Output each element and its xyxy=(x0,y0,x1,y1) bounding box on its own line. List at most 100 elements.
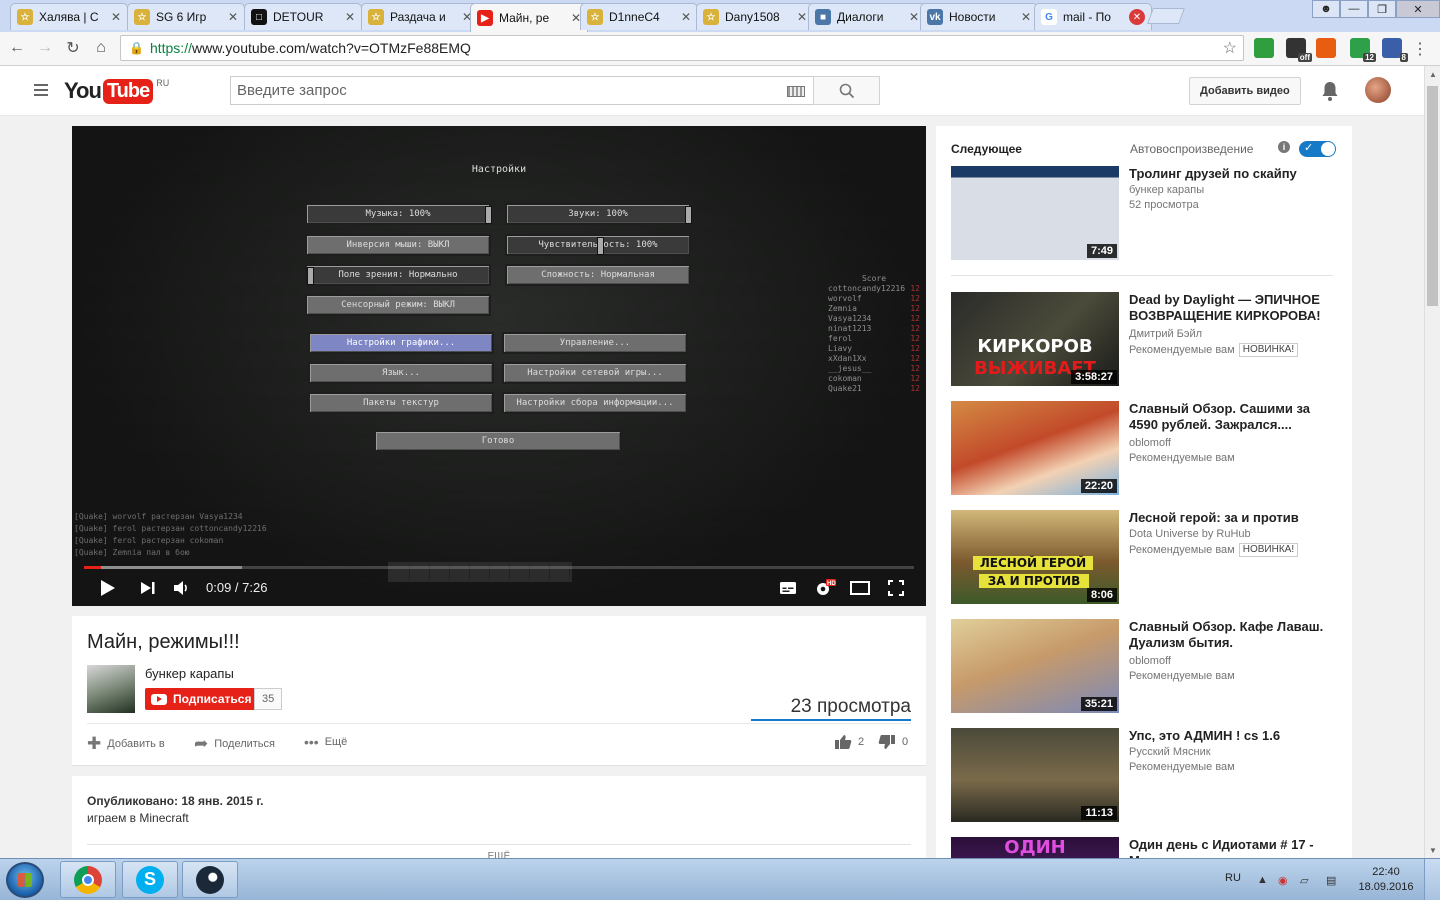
dislike-button[interactable]: 0 xyxy=(878,734,908,750)
browser-tab[interactable]: vk Новости ✕ xyxy=(920,3,1038,30)
autoplay-toggle[interactable]: ✓ xyxy=(1299,141,1336,157)
volume-icon[interactable] xyxy=(170,576,194,600)
tray-expand-icon[interactable]: ▲ xyxy=(1257,874,1271,887)
next-video-icon[interactable] xyxy=(136,576,160,600)
usb-tray-icon[interactable]: ▱ xyxy=(1300,874,1314,887)
related-video-title[interactable]: Лесной герой: за и против xyxy=(1129,510,1339,526)
browser-tab[interactable]: ☆ Dany1508 ✕ xyxy=(696,3,814,30)
upload-button[interactable]: Добавить видео xyxy=(1189,77,1301,105)
back-icon[interactable]: ← xyxy=(6,37,28,59)
video-thumbnail[interactable]: 11:13 xyxy=(951,728,1119,822)
notifications-bell-icon[interactable] xyxy=(1320,80,1340,102)
browser-tab[interactable]: ☆ Халява | С ✕ xyxy=(10,3,128,30)
restore-button[interactable]: ❐ xyxy=(1368,0,1396,18)
video-thumbnail[interactable]: КИРКОРОВ ВЫЖИВАЕТ 3:58:27 xyxy=(951,292,1119,386)
close-tab-icon[interactable]: ✕ xyxy=(228,10,238,24)
browser-tab[interactable]: ☆ D1nneC4 ✕ xyxy=(580,3,698,30)
channel-name[interactable]: бункер карапы xyxy=(145,666,234,681)
related-video-item[interactable]: ОДИН Один день с Идиотами # 17 - Мики сто… xyxy=(951,837,1341,860)
close-tab-icon[interactable]: ✕ xyxy=(681,10,691,24)
close-tab-icon[interactable]: ✕ xyxy=(1129,9,1145,25)
scroll-down-icon[interactable]: ▼ xyxy=(1425,842,1440,858)
add-to-button[interactable]: ✚ Добавить в xyxy=(87,734,165,754)
fullscreen-icon[interactable] xyxy=(884,576,908,600)
theater-mode-icon[interactable] xyxy=(848,576,872,600)
antivirus-tray-icon[interactable]: ◉ xyxy=(1278,874,1292,887)
video-player[interactable]: Настройки Музыка: 100% Звуки: 100% Инверси… xyxy=(72,126,926,606)
close-tab-icon[interactable]: ✕ xyxy=(1021,10,1031,24)
related-video-item[interactable]: КИРКОРОВ ВЫЖИВАЕТ 3:58:27 Dead by Daylight … xyxy=(951,292,1341,388)
close-tab-icon[interactable]: ✕ xyxy=(345,10,355,24)
related-video-item[interactable]: 22:20 Славный Обзор. Сашими за 4590 рубле… xyxy=(951,401,1341,497)
show-desktop-button[interactable] xyxy=(1424,859,1440,900)
browser-tab[interactable]: ■ Диалоги ✕ xyxy=(808,3,926,30)
more-actions-button[interactable]: ••• Ещё xyxy=(304,734,347,750)
close-tab-icon[interactable]: ✕ xyxy=(111,10,121,24)
scrollbar-thumb[interactable] xyxy=(1427,86,1438,306)
taskbar-chrome[interactable] xyxy=(60,861,116,898)
related-video-item[interactable]: 35:21 Славный Обзор. Кафе Лаваш. Дуализм … xyxy=(951,619,1341,715)
ext-fire-icon[interactable] xyxy=(1316,38,1336,58)
channel-avatar[interactable] xyxy=(87,665,135,713)
google-icon: G xyxy=(1041,9,1057,25)
minimize-button[interactable]: — xyxy=(1340,0,1368,18)
browser-menu-icon[interactable]: ⋮ xyxy=(1412,39,1428,59)
video-thumbnail[interactable]: ЛЕСНОЙ ГЕРОЙ ЗА И ПРОТИВ 8:06 xyxy=(951,510,1119,604)
network-tray-icon[interactable]: ▤ xyxy=(1326,874,1340,887)
settings-gear-hd-icon[interactable]: HD xyxy=(812,576,838,600)
browser-tab[interactable]: ▶ Майн, ре ✕ xyxy=(470,3,588,32)
like-button[interactable]: 2 xyxy=(834,734,864,750)
related-video-item[interactable]: ЛЕСНОЙ ГЕРОЙ ЗА И ПРОТИВ 8:06 Лесной герой:… xyxy=(951,510,1341,606)
browser-tab[interactable]: Gmail - По ✕ xyxy=(1034,3,1152,30)
close-tab-icon[interactable]: ✕ xyxy=(909,10,919,24)
related-video-title[interactable]: Упс, это АДМИН ! cs 1.6 xyxy=(1129,728,1339,744)
browser-tab[interactable]: ☆ SG 6 Игр ✕ xyxy=(127,3,245,30)
related-video-title[interactable]: Один день с Идиотами # 17 - Мики стоишет xyxy=(1129,837,1339,860)
ext-shield-icon[interactable]: 12 xyxy=(1350,38,1376,62)
ext-badge-icon[interactable]: 8 xyxy=(1382,38,1408,62)
video-thumbnail[interactable]: 7:49 xyxy=(951,166,1119,260)
video-progress-bar[interactable] xyxy=(84,566,914,569)
forward-icon[interactable]: → xyxy=(34,37,56,59)
search-button[interactable] xyxy=(813,76,880,105)
search-input[interactable] xyxy=(237,82,777,99)
scroll-up-icon[interactable]: ▲ xyxy=(1425,66,1440,82)
keyboard-icon[interactable] xyxy=(787,86,805,97)
dislike-count: 0 xyxy=(902,736,909,748)
video-thumbnail[interactable]: 35:21 xyxy=(951,619,1119,713)
ext-green-icon[interactable] xyxy=(1254,38,1274,58)
start-button[interactable] xyxy=(6,862,44,898)
account-avatar[interactable] xyxy=(1365,77,1391,103)
page-scrollbar[interactable]: ▲ ▼ xyxy=(1424,66,1440,858)
info-icon[interactable]: i xyxy=(1278,141,1290,153)
taskbar-steam[interactable] xyxy=(182,861,238,898)
new-tab-button[interactable] xyxy=(1147,8,1185,24)
language-indicator[interactable]: RU xyxy=(1225,872,1241,884)
video-thumbnail[interactable]: ОДИН xyxy=(951,837,1119,860)
related-video-title[interactable]: Dead by Daylight — ЭПИЧНОЕ ВОЗВРАЩЕНИЕ К… xyxy=(1129,292,1339,324)
bookmark-star-icon[interactable]: ☆ xyxy=(1223,38,1237,58)
ext-off-icon[interactable]: off xyxy=(1286,38,1312,62)
related-video-title[interactable]: Славный Обзор. Кафе Лаваш. Дуализм бытия… xyxy=(1129,619,1339,651)
subtitles-icon[interactable] xyxy=(776,576,800,600)
video-thumbnail[interactable]: 22:20 xyxy=(951,401,1119,495)
close-window-button[interactable]: ✕ xyxy=(1396,0,1440,18)
user-icon[interactable]: ☻ xyxy=(1312,0,1340,18)
play-icon[interactable] xyxy=(96,576,120,600)
related-video-title[interactable]: Славный Обзор. Сашими за 4590 рублей. За… xyxy=(1129,401,1339,433)
youtube-logo[interactable]: You Tube RU xyxy=(64,78,169,104)
related-video-item[interactable]: 11:13 Упс, это АДМИН ! cs 1.6 Русский Мясн… xyxy=(951,728,1341,824)
taskbar-skype[interactable]: S xyxy=(122,861,178,898)
browser-tab[interactable]: □ DETOUR ✕ xyxy=(244,3,362,30)
address-bar[interactable]: 🔒 https:// www.youtube.com/watch?v=OTMzF… xyxy=(120,35,1244,61)
system-clock[interactable]: 22:40 18.09.2016 xyxy=(1356,865,1416,895)
related-video-item[interactable]: 7:49 Тролинг друзей по скайпу бункер карап… xyxy=(951,166,1341,262)
home-icon[interactable]: ⌂ xyxy=(90,37,112,59)
share-button[interactable]: ➦ Поделиться xyxy=(194,734,275,754)
guide-menu-icon[interactable] xyxy=(34,84,48,96)
reload-icon[interactable]: ↻ xyxy=(62,37,84,59)
related-video-title[interactable]: Тролинг друзей по скайпу xyxy=(1129,166,1339,182)
close-tab-icon[interactable]: ✕ xyxy=(797,10,807,24)
subscribe-button[interactable]: Подписаться xyxy=(145,688,260,710)
browser-tab[interactable]: ☆ Раздача и ✕ xyxy=(361,3,479,30)
